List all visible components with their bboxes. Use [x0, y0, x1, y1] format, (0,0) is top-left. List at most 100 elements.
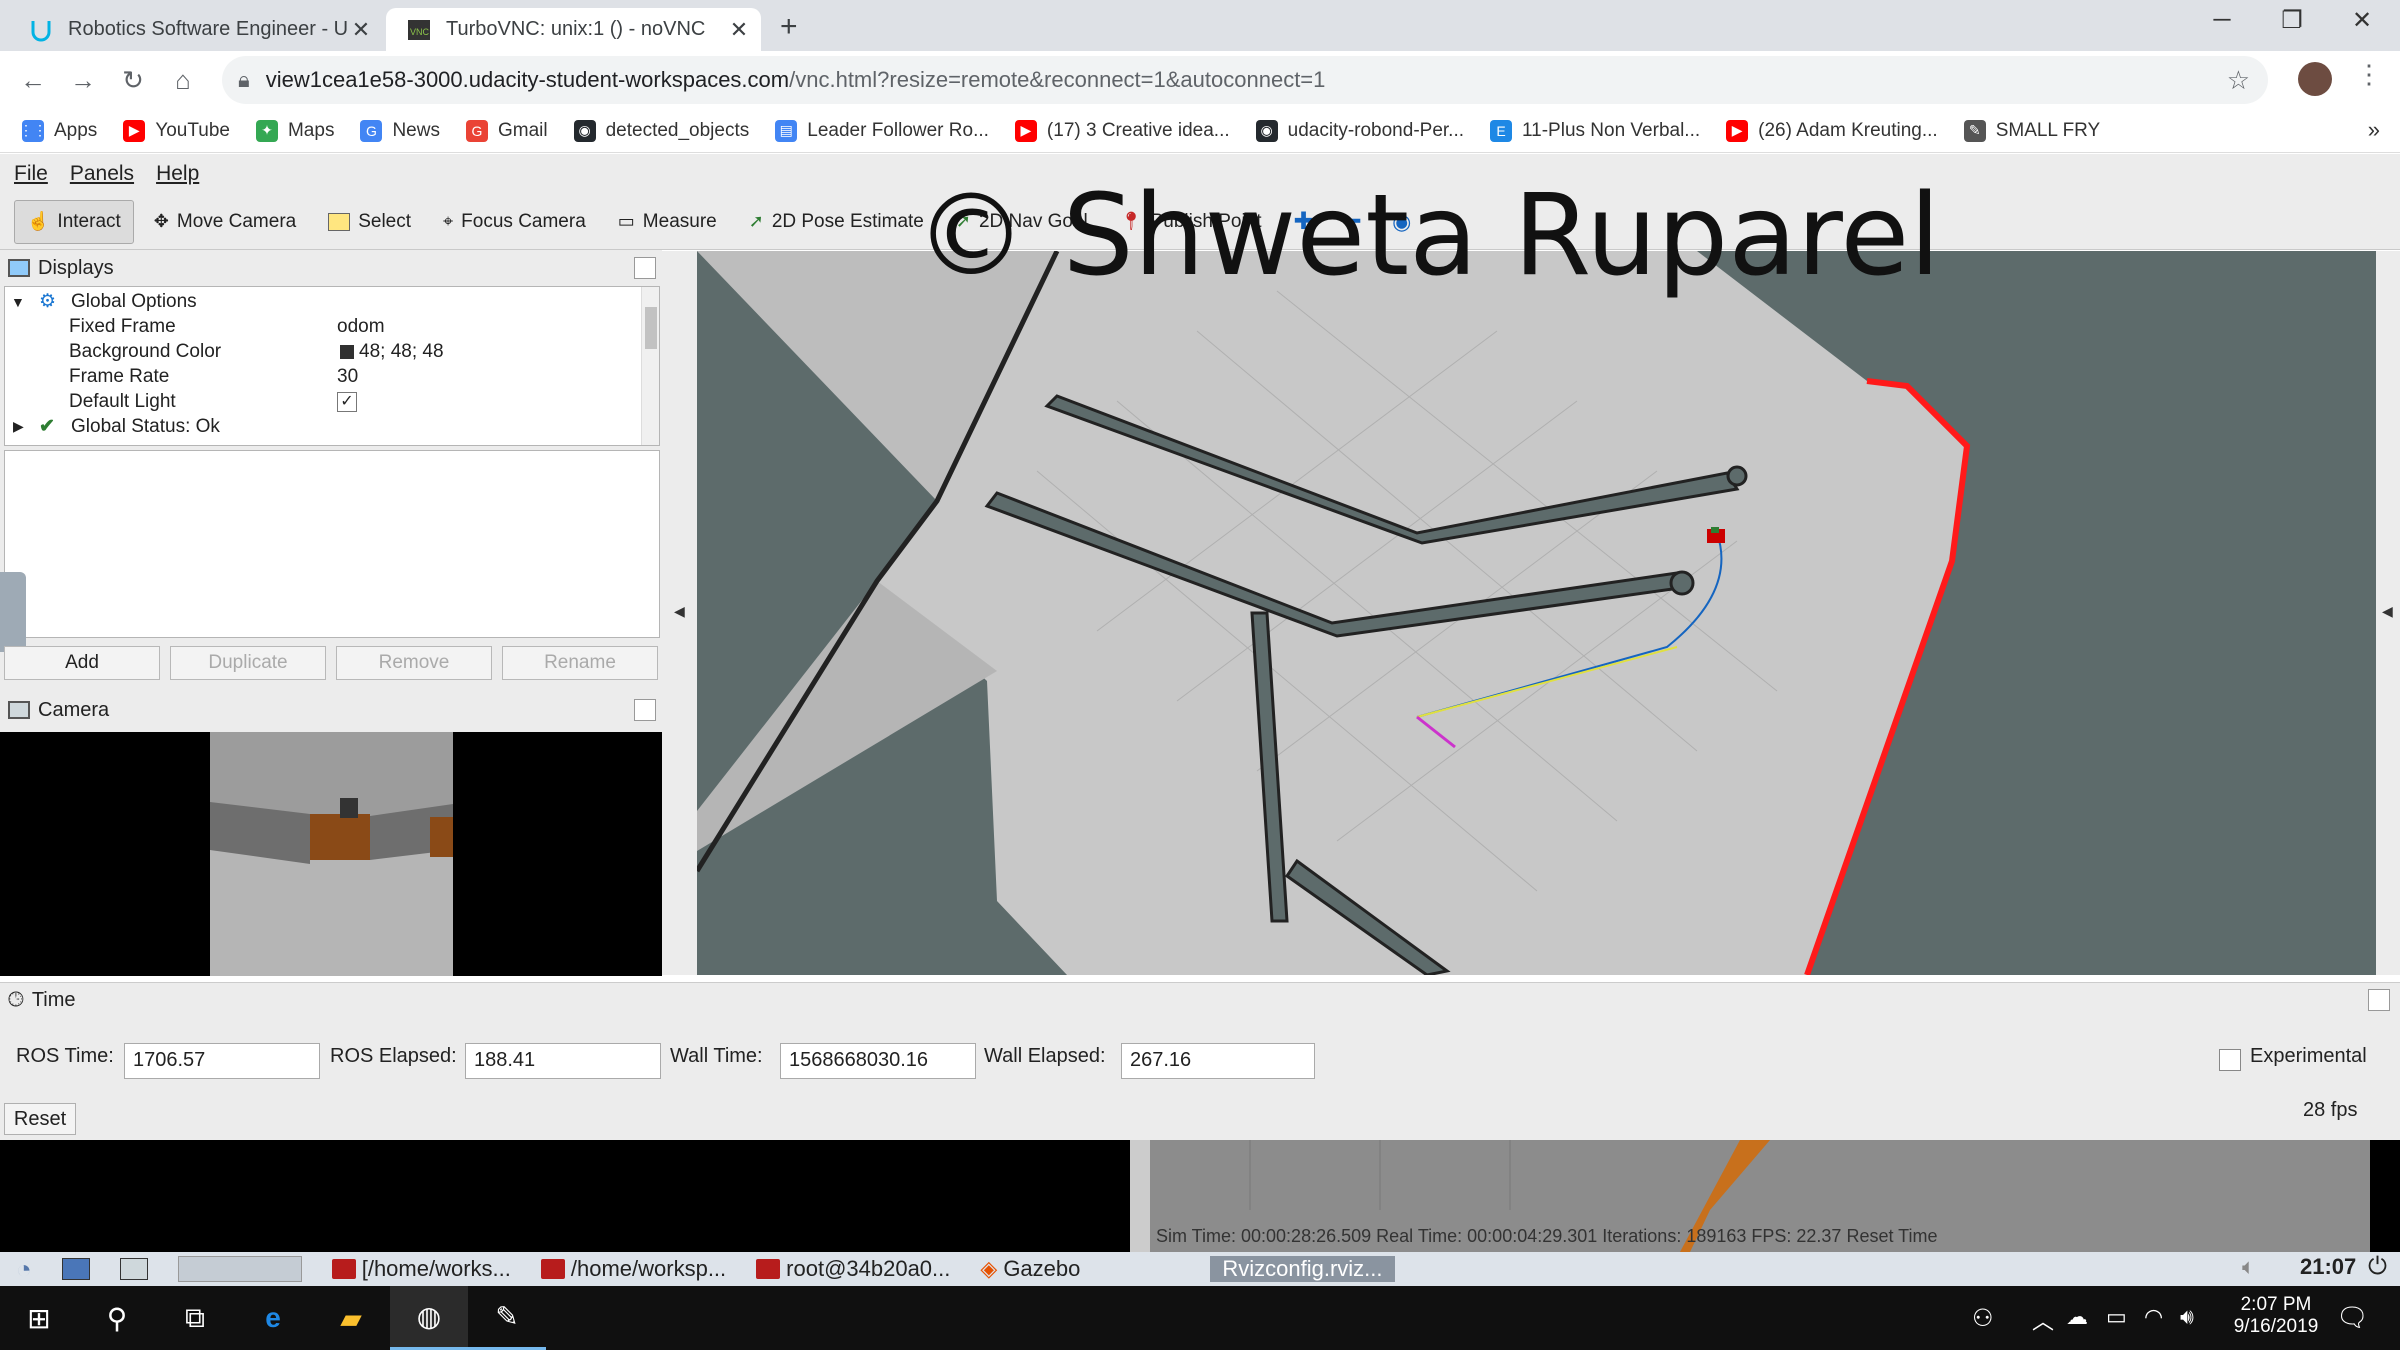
tree-row-background-color[interactable]: Background Color 48; 48; 48	[5, 339, 645, 364]
map-view	[697, 251, 2376, 975]
bookmark-item[interactable]: ▤ Leader Follower Ro...	[775, 119, 989, 142]
tool-2d-nav-goal[interactable]: ➚ 2D Nav Goal	[944, 200, 1100, 244]
wall-time-field[interactable]: 1568668030.16	[780, 1043, 976, 1079]
start-menu-icon[interactable]: ◔	[16, 1254, 32, 1285]
menu-icon[interactable]: ⋮	[2356, 59, 2382, 90]
tree-row-default-light[interactable]: Default Light ✓	[5, 389, 645, 414]
onedrive-icon[interactable]: ☁	[2066, 1304, 2088, 1330]
taskbar-item-terminal-2[interactable]: /home/worksp...	[540, 1256, 726, 1282]
tree-row-global-options[interactable]: ▼ ⚙ Global Options	[5, 289, 645, 314]
bookmark-item[interactable]: G Gmail	[465, 119, 548, 142]
tool-interact[interactable]: ☝ Interact	[14, 199, 134, 244]
taskbar-item-terminal-3[interactable]: root@34b20a0...	[756, 1256, 950, 1282]
edge-icon[interactable]: e	[234, 1286, 312, 1350]
bookmark-item[interactable]: ▶ YouTube	[123, 119, 230, 142]
bookmarks-overflow-icon[interactable]: »	[2368, 117, 2380, 143]
bookmark-item[interactable]: ✦ Maps	[255, 119, 334, 142]
tool-publish-point[interactable]: 📍︎ Publish Point	[1108, 200, 1274, 244]
workspace-switcher[interactable]	[177, 1256, 302, 1282]
volume-icon[interactable]: 🔈︎	[2242, 1254, 2255, 1280]
chrome-icon[interactable]: ◍	[390, 1286, 468, 1350]
rename-button[interactable]: Rename	[502, 646, 658, 680]
remove-tool-icon[interactable]: ━	[1334, 200, 1372, 244]
expand-arrow-icon[interactable]: ▼	[11, 294, 25, 310]
side-dock-handle[interactable]	[0, 572, 26, 652]
gazebo-splitter[interactable]	[1130, 1140, 1150, 1252]
show-desktop-icon[interactable]	[61, 1258, 90, 1280]
people-icon[interactable]: ⚇	[1972, 1304, 1994, 1333]
address-bar[interactable]: 🔒︎ view1cea1e58-3000.udacity-student-wor…	[222, 56, 2268, 104]
ros-time-field[interactable]: 1706.57	[124, 1043, 320, 1079]
wifi-icon[interactable]: ◠	[2144, 1304, 2163, 1330]
tree-row-frame-rate[interactable]: Frame Rate 30	[5, 364, 645, 389]
default-light-checkbox[interactable]: ✓	[337, 391, 357, 412]
reload-icon[interactable]: ↻	[108, 65, 158, 96]
tab-turbovnc[interactable]: VNC TurboVNC: unix:1 () - noVNC ✕	[386, 8, 761, 51]
tool-measure[interactable]: ▭ Measure	[606, 200, 729, 244]
taskbar-item-gazebo[interactable]: ◈ Gazebo	[980, 1256, 1080, 1282]
bookmark-item[interactable]: G News	[360, 119, 440, 142]
bookmark-item[interactable]: E 11-Plus Non Verbal...	[1490, 119, 1700, 142]
tray-chevron-icon[interactable]: ︿	[2032, 1304, 2054, 1336]
windows-start-icon[interactable]: ⊞	[0, 1286, 78, 1350]
duplicate-button[interactable]: Duplicate	[170, 646, 326, 680]
remove-button[interactable]: Remove	[336, 646, 492, 680]
panel-float-toggle[interactable]	[634, 699, 656, 721]
wall-elapsed-field[interactable]: 267.16	[1121, 1043, 1315, 1079]
collapse-arrow-icon[interactable]: ▶	[13, 418, 24, 435]
displays-tree[interactable]: ▼ ⚙ Global Options Fixed Frame odom Back…	[4, 286, 660, 446]
bookmark-item[interactable]: ◉ detected_objects	[573, 119, 749, 142]
menu-file[interactable]: File	[14, 162, 48, 186]
tool-select[interactable]: Select	[316, 200, 423, 244]
experimental-checkbox[interactable]	[2219, 1049, 2241, 1071]
task-view-icon[interactable]: ⧉	[156, 1286, 234, 1350]
close-tab-icon[interactable]: ✕	[347, 17, 375, 43]
ros-elapsed-field[interactable]: 188.41	[465, 1043, 661, 1079]
speaker-icon[interactable]: 🔊︎	[2180, 1304, 2194, 1330]
bookmark-item[interactable]: ▶ (26) Adam Kreuting...	[1726, 119, 1938, 142]
back-icon[interactable]: ←	[8, 65, 58, 96]
rviz-3d-viewport[interactable]	[697, 251, 2376, 975]
paint-icon[interactable]: ✎	[468, 1286, 546, 1350]
bookmark-item[interactable]: ✎ SMALL FRY	[1963, 119, 2100, 142]
notification-icon[interactable]: 🗨︎	[2336, 1302, 2369, 1333]
taskbar-item-terminal-1[interactable]: [/home/works...	[331, 1256, 511, 1282]
right-splitter[interactable]: ◀	[2376, 251, 2400, 975]
tree-row-fixed-frame[interactable]: Fixed Frame odom	[5, 314, 645, 339]
close-window-icon[interactable]: ✕	[2332, 6, 2392, 35]
new-tab-button[interactable]: +	[780, 10, 798, 44]
avatar[interactable]	[2298, 62, 2332, 96]
tool-focus-camera[interactable]: ⌖ Focus Camera	[431, 200, 598, 244]
bookmark-item[interactable]: ▶ (17) 3 Creative idea...	[1014, 119, 1230, 142]
reset-button[interactable]: Reset	[4, 1103, 76, 1135]
tab-robotics[interactable]: Robotics Software Engineer - Ud ✕	[8, 8, 383, 51]
restore-icon[interactable]: ❐	[2262, 6, 2322, 35]
power-icon[interactable]: ⏻	[2368, 1253, 2387, 1281]
menu-help[interactable]: Help	[156, 162, 199, 186]
tool-2d-pose[interactable]: ➚ 2D Pose Estimate	[737, 200, 936, 244]
panel-float-toggle[interactable]	[2368, 989, 2390, 1011]
minimize-icon[interactable]: ─	[2192, 6, 2252, 34]
battery-icon[interactable]: ▭	[2106, 1304, 2127, 1330]
add-button[interactable]: Add	[4, 646, 160, 680]
close-tab-icon[interactable]: ✕	[725, 17, 753, 43]
file-explorer-icon[interactable]: ▰	[312, 1286, 390, 1350]
panel-float-toggle[interactable]	[634, 257, 656, 279]
tool-move-camera[interactable]: ✥ Move Camera	[142, 200, 308, 244]
windows-clock[interactable]: 2:07 PM 9/16/2019	[2226, 1294, 2326, 1338]
star-icon[interactable]: ☆	[2227, 65, 2250, 96]
search-icon[interactable]: ⚲	[78, 1286, 156, 1350]
home-icon[interactable]: ⌂	[158, 65, 208, 96]
menu-panels[interactable]: Panels	[70, 162, 134, 186]
bookmark-item[interactable]: ◉ udacity-robond-Per...	[1255, 119, 1464, 142]
camera-image	[210, 732, 453, 976]
add-tool-icon[interactable]: ✚	[1282, 200, 1326, 244]
tree-row-global-status[interactable]: ▶ ✔ Global Status: Ok	[5, 414, 645, 439]
view-eye-icon[interactable]: ◉	[1380, 200, 1423, 244]
bookmark-item[interactable]: ⋮⋮ Apps	[19, 119, 97, 142]
taskbar-item-rviz[interactable]: Rvizconfig.rviz...	[1210, 1256, 1395, 1282]
tree-scrollbar[interactable]	[641, 287, 659, 445]
forward-icon[interactable]: →	[58, 65, 108, 96]
workspace-icon[interactable]	[119, 1258, 148, 1280]
left-splitter[interactable]: ◀	[662, 251, 697, 975]
